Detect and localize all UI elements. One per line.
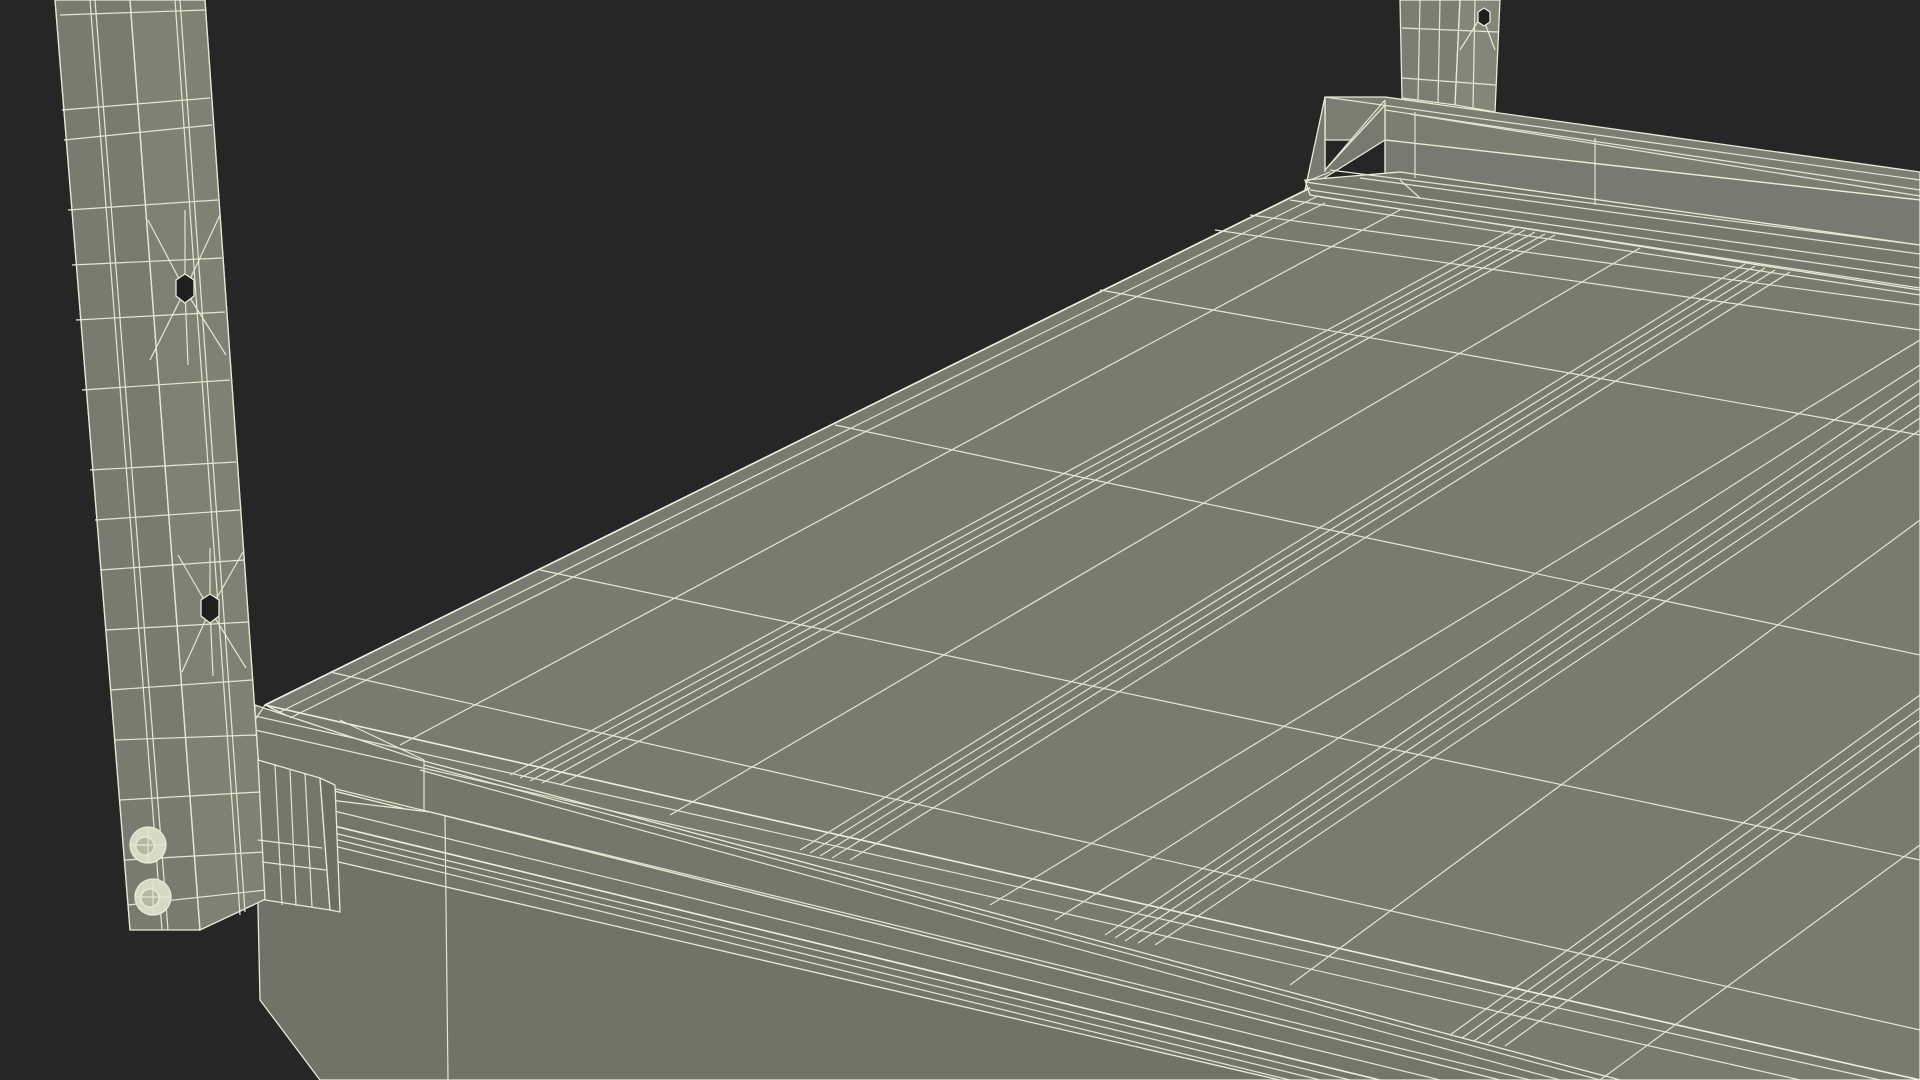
wireframe-render: [54, 0, 1920, 1080]
left-post: [54, 0, 269, 931]
3d-viewport[interactable]: [0, 0, 1920, 1080]
right-post: [1399, 0, 1501, 113]
bolt-1: [129, 826, 167, 864]
beam-bracket: [257, 759, 341, 913]
shelf-deck: [254, 96, 1920, 1080]
bolt-2: [134, 878, 172, 916]
